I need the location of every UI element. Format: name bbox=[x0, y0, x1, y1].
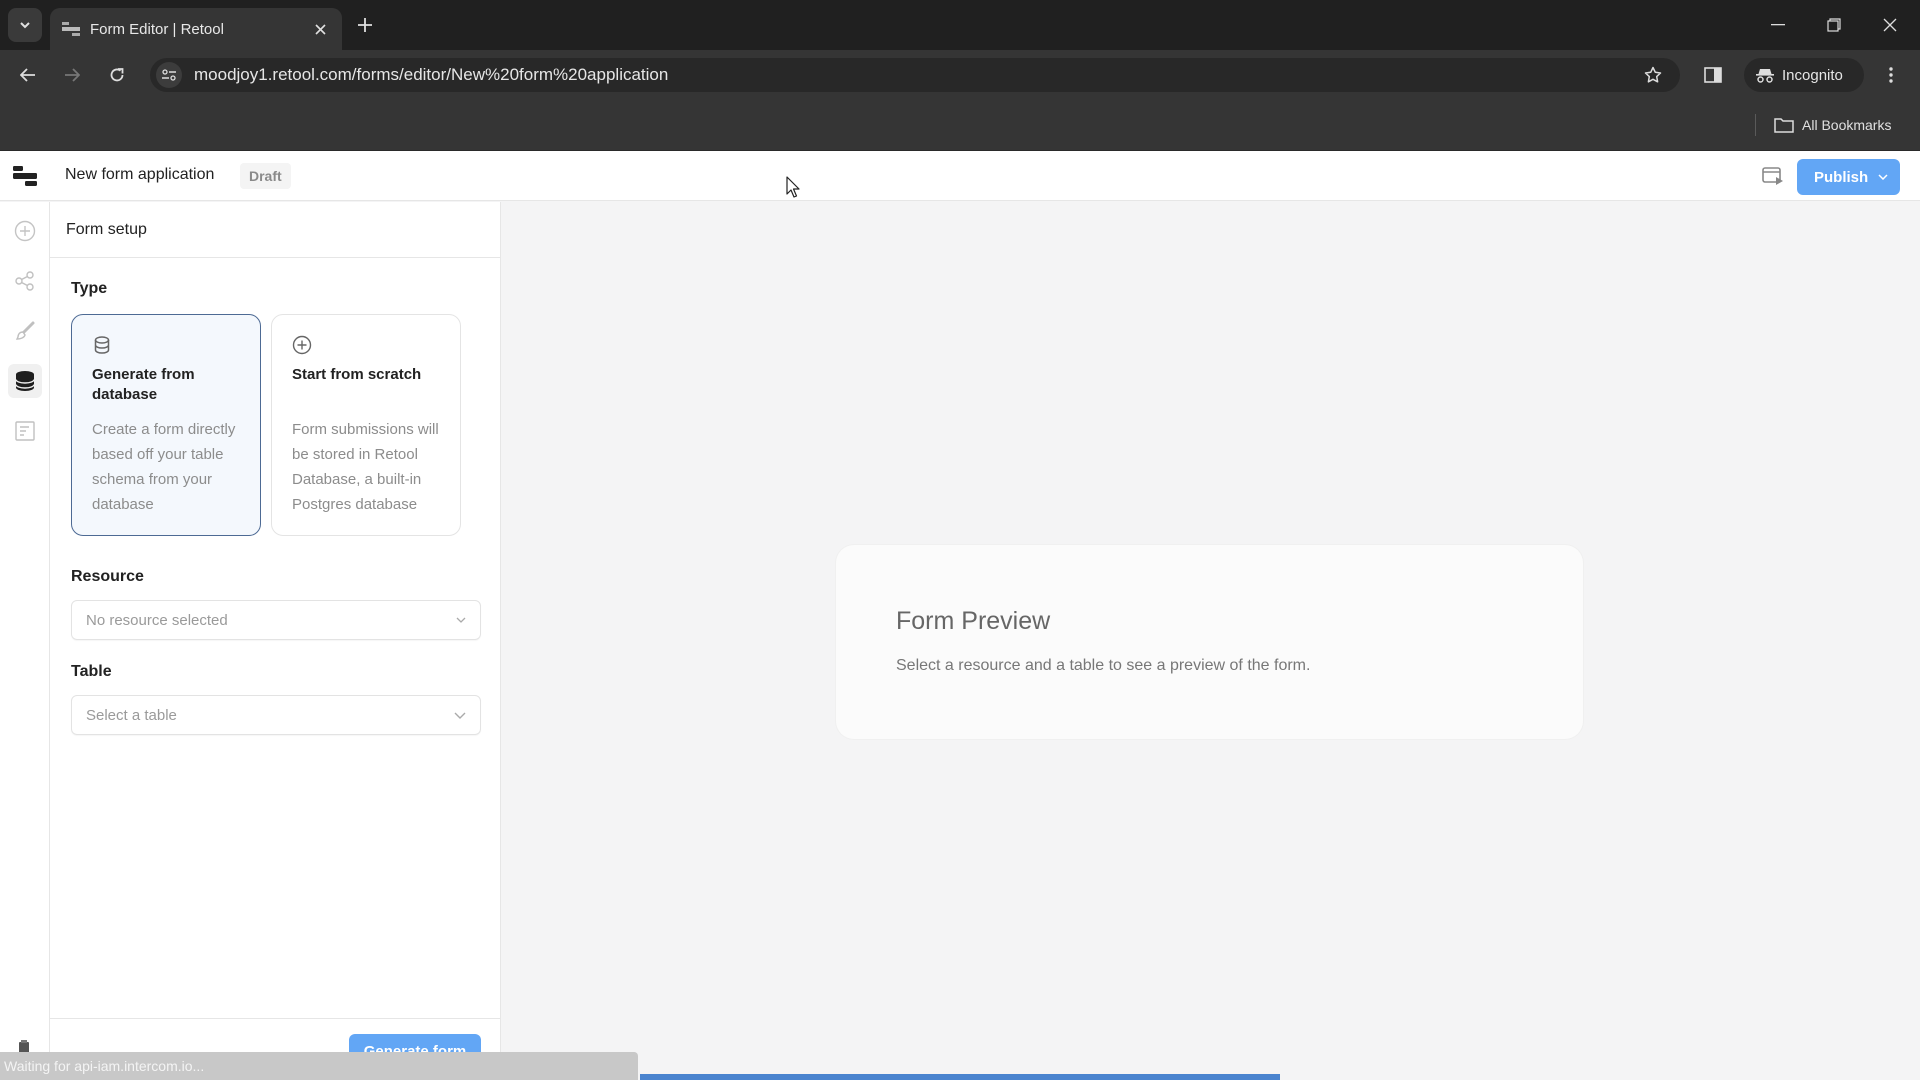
chevron-down-icon bbox=[454, 712, 466, 719]
reload-icon bbox=[110, 68, 124, 82]
option-title: Generate from database bbox=[92, 366, 195, 403]
tab-search-button[interactable] bbox=[8, 8, 42, 42]
retool-logo-icon bbox=[13, 166, 37, 186]
resource-label: Resource bbox=[71, 568, 144, 585]
incognito-indicator[interactable]: Incognito bbox=[1744, 58, 1864, 92]
publish-button[interactable]: Publish bbox=[1797, 159, 1900, 195]
share-icon bbox=[15, 271, 34, 291]
retool-favicon-icon bbox=[62, 22, 80, 36]
plus-circle-icon bbox=[14, 220, 36, 242]
option-title: Start from scratch bbox=[292, 366, 422, 383]
app-header: New form application Draft Publish bbox=[0, 151, 1920, 201]
all-bookmarks-label: All Bookmarks bbox=[1802, 117, 1892, 133]
preview-play-icon bbox=[1762, 167, 1783, 185]
plus-circle-icon bbox=[292, 335, 312, 355]
form-canvas: Form Preview Select a resource and a tab… bbox=[501, 202, 1920, 1080]
browser-toolbar: moodjoy1.retool.com/forms/editor/New%20f… bbox=[0, 50, 1920, 100]
left-icon-rail bbox=[0, 202, 50, 1080]
close-icon bbox=[1883, 18, 1897, 32]
database-icon bbox=[94, 336, 110, 354]
publish-label: Publish bbox=[1814, 168, 1869, 186]
table-label: Table bbox=[71, 663, 112, 680]
side-panel-button[interactable] bbox=[1696, 63, 1730, 87]
chevron-down-icon bbox=[1878, 174, 1888, 180]
rail-form-button[interactable] bbox=[8, 414, 42, 448]
app-title[interactable]: New form application bbox=[65, 166, 214, 184]
preview-button[interactable] bbox=[1762, 166, 1788, 188]
minimize-button[interactable] bbox=[1750, 0, 1806, 50]
status-badge: Draft bbox=[240, 163, 291, 189]
panel-header: Form setup bbox=[50, 202, 500, 258]
more-vertical-icon bbox=[1889, 67, 1893, 83]
rail-add-button[interactable] bbox=[8, 214, 42, 248]
address-bar[interactable]: moodjoy1.retool.com/forms/editor/New%20f… bbox=[150, 58, 1680, 92]
close-window-button[interactable] bbox=[1862, 0, 1918, 50]
type-label: Type bbox=[71, 280, 108, 297]
preview-title: Form Preview bbox=[896, 607, 1051, 635]
incognito-icon bbox=[1756, 69, 1774, 83]
form-setup-panel: Form setup Type Generate from database C… bbox=[50, 202, 501, 1080]
cursor-arrow-icon bbox=[786, 176, 800, 198]
rail-database-button[interactable] bbox=[8, 364, 42, 398]
browser-tab-strip: Form Editor | Retool bbox=[0, 0, 1920, 50]
mouse-cursor bbox=[786, 176, 800, 198]
tab-title: Form Editor | Retool bbox=[90, 20, 224, 38]
plus-icon bbox=[358, 18, 372, 32]
folder-icon bbox=[1774, 118, 1794, 133]
browser-tab[interactable]: Form Editor | Retool bbox=[50, 8, 342, 50]
arrow-right-icon bbox=[65, 68, 80, 82]
bookmarks-bar: All Bookmarks bbox=[0, 100, 1920, 151]
tab-close-button[interactable] bbox=[306, 15, 334, 43]
new-tab-button[interactable] bbox=[350, 10, 380, 40]
type-option-generate-from-database[interactable]: Generate from database Create a form dir… bbox=[71, 314, 261, 536]
resource-placeholder: No resource selected bbox=[86, 611, 228, 629]
forward-button[interactable] bbox=[54, 59, 90, 91]
type-option-start-from-scratch[interactable]: Start from scratch Form submissions will… bbox=[271, 314, 461, 536]
bookmark-star-button[interactable] bbox=[1638, 60, 1668, 90]
url-text[interactable]: moodjoy1.retool.com/forms/editor/New%20f… bbox=[194, 65, 1638, 85]
table-select[interactable]: Select a table bbox=[71, 695, 481, 735]
back-button[interactable] bbox=[10, 59, 46, 91]
form-icon bbox=[15, 421, 35, 441]
option-description: Form submissions will be stored in Retoo… bbox=[292, 421, 439, 513]
site-info-icon[interactable] bbox=[156, 62, 182, 88]
chevron-down-icon bbox=[20, 22, 30, 29]
preview-description: Select a resource and a table to see a p… bbox=[896, 657, 1311, 674]
rail-share-button[interactable] bbox=[8, 264, 42, 298]
form-preview-card: Form Preview Select a resource and a tab… bbox=[836, 545, 1583, 739]
browser-status-bar: Waiting for api-iam.intercom.io... bbox=[0, 1052, 638, 1080]
reload-button[interactable] bbox=[99, 59, 135, 91]
resource-select[interactable]: No resource selected bbox=[71, 600, 481, 640]
close-icon bbox=[314, 23, 326, 35]
restore-button[interactable] bbox=[1806, 0, 1862, 50]
panel-title: Form setup bbox=[66, 221, 147, 238]
page-loading-progress bbox=[640, 1074, 1280, 1080]
brush-icon bbox=[15, 321, 35, 340]
side-panel-icon bbox=[1704, 67, 1722, 83]
divider bbox=[1755, 114, 1756, 136]
restore-icon bbox=[1827, 18, 1841, 32]
star-icon bbox=[1644, 66, 1662, 83]
database-icon bbox=[15, 371, 35, 391]
rail-style-button[interactable] bbox=[8, 314, 42, 348]
retool-logo-menu[interactable] bbox=[12, 164, 38, 188]
all-bookmarks-button[interactable]: All Bookmarks bbox=[1774, 110, 1891, 140]
table-placeholder: Select a table bbox=[86, 706, 177, 724]
incognito-label: Incognito bbox=[1782, 66, 1843, 84]
chevron-down-icon bbox=[456, 617, 466, 623]
browser-menu-button[interactable] bbox=[1876, 60, 1906, 90]
minimize-icon bbox=[1771, 24, 1785, 26]
option-description: Create a form directly based off your ta… bbox=[92, 421, 236, 513]
arrow-left-icon bbox=[20, 68, 35, 82]
